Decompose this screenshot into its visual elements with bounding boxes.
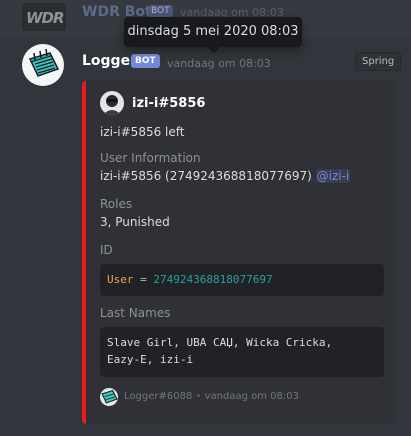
id-codeblock: User = 274924368818077697 <box>100 264 384 296</box>
code-key: User <box>107 273 134 286</box>
previous-bot-badge: BOT <box>148 5 173 17</box>
author-avatar[interactable] <box>100 91 124 115</box>
tooltip-arrow <box>208 47 220 53</box>
chat-view: WDR WDR Bot BOT vandaag om 08:03 Logger … <box>0 0 411 436</box>
field-last-names-label: Last Names <box>100 306 171 320</box>
field-id-label: ID <box>100 243 113 257</box>
field-roles-value: 3, Punished <box>100 215 170 229</box>
user-mention[interactable]: @izi-i <box>315 169 351 183</box>
last-names-codeblock: Slave Girl, UBA CAЏ, Wicka Cricka, Eazy-… <box>100 327 384 377</box>
field-user-information-value: izi-i#5856 (274924368818077697) @izi-i <box>100 169 351 183</box>
spring-tag[interactable]: Spring <box>355 52 402 71</box>
code-id-value: 274924368818077697 <box>153 273 273 286</box>
previous-avatar[interactable]: WDR <box>22 3 66 31</box>
last-names-line-2: Eazy-E, izi-i <box>107 353 194 366</box>
embed: izi-i#5856 izi-i#5856 left User Informat… <box>82 81 396 424</box>
embed-description: izi-i#5856 left <box>100 125 185 139</box>
footer-separator: • <box>195 391 202 402</box>
logger-avatar[interactable] <box>22 44 64 86</box>
last-names-line-1: Slave Girl, UBA CAЏ, Wicka Cricka, <box>107 336 333 349</box>
notepad-icon <box>28 49 60 77</box>
message-username[interactable]: Logger <box>82 53 137 69</box>
footer-notepad-icon <box>100 388 118 406</box>
footer-timestamp: vandaag om 08:03 <box>204 391 299 402</box>
previous-avatar-text: WDR <box>26 9 65 27</box>
footer-author: Logger#6088 <box>124 391 193 402</box>
code-equals: = <box>133 273 154 286</box>
field-user-information-label: User Information <box>100 151 201 165</box>
message: Logger BOT vandaag om 08:03 Spring izi-i… <box>0 38 411 436</box>
footer-text: Logger#6088 • vandaag om 08:03 <box>124 391 299 402</box>
message-timestamp[interactable]: vandaag om 08:03 <box>167 57 271 70</box>
timestamp-tooltip: dinsdag 5 mei 2020 08:03 <box>124 17 302 47</box>
bot-badge: BOT <box>131 54 160 68</box>
embed-author-name[interactable]: izi-i#5856 <box>132 96 205 111</box>
person-icon <box>103 95 121 115</box>
field-roles-label: Roles <box>100 197 133 211</box>
user-information-text: izi-i#5856 (274924368818077697) <box>100 169 316 183</box>
